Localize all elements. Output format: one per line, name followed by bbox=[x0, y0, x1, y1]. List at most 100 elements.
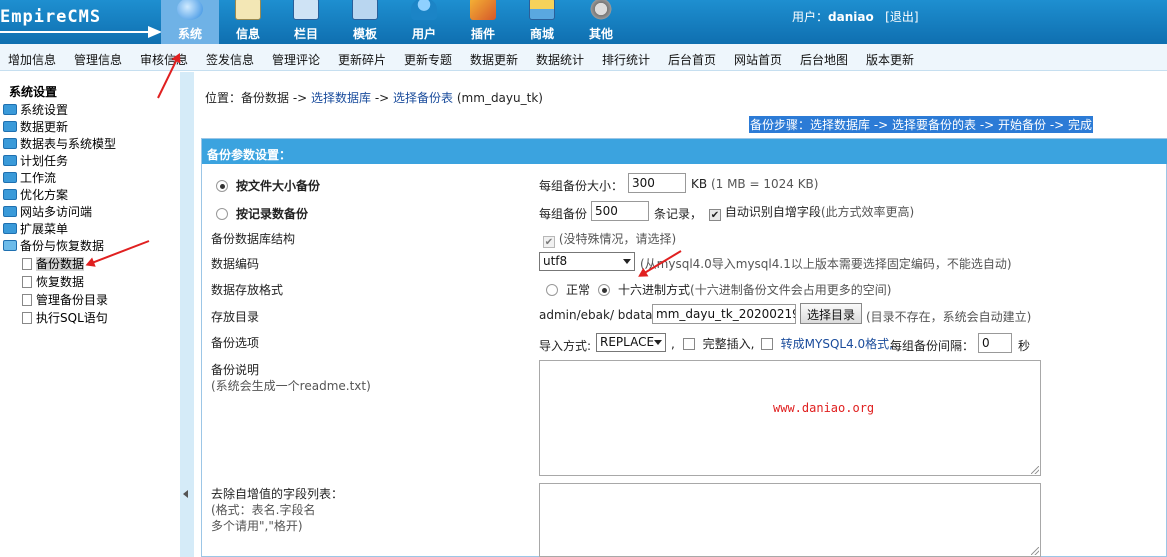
folder-icon bbox=[3, 223, 17, 234]
menu-admin-map[interactable]: 后台地图 bbox=[800, 51, 848, 68]
complete-insert-option[interactable]: 完整插入, bbox=[683, 335, 754, 352]
radio-icon[interactable] bbox=[216, 180, 228, 192]
import-select[interactable]: REPLACE bbox=[596, 333, 666, 352]
resize-grip-icon[interactable] bbox=[1031, 466, 1039, 474]
nav-plugin[interactable]: 插件 bbox=[454, 0, 512, 44]
nav-template[interactable]: 模板 bbox=[336, 0, 394, 44]
tree-folder-system-settings[interactable]: 系统设置 bbox=[3, 101, 68, 118]
menu-sign-info[interactable]: 签发信息 bbox=[206, 51, 254, 68]
mode-size-option[interactable]: 按文件大小备份 bbox=[216, 177, 320, 194]
logo-text: EmpireCMS bbox=[0, 7, 102, 27]
menu-version-update[interactable]: 版本更新 bbox=[866, 51, 914, 68]
nav-label: 信息 bbox=[235, 27, 260, 41]
interval-input[interactable]: 0 bbox=[978, 333, 1012, 353]
tree-folder-data-update[interactable]: 数据更新 bbox=[3, 118, 68, 135]
notepad-icon bbox=[235, 0, 261, 20]
dropdown-arrow-icon bbox=[623, 259, 631, 264]
nav-other[interactable]: 其他 bbox=[572, 0, 630, 44]
format-label: 数据存放格式 bbox=[211, 283, 284, 297]
tree-folder-backup-restore[interactable]: 备份与恢复数据 bbox=[3, 237, 104, 254]
checkbox-checked-icon[interactable]: ✔ bbox=[709, 209, 721, 221]
tree-item-backup-data[interactable]: 备份数据 bbox=[22, 255, 85, 272]
user-icon bbox=[411, 0, 437, 20]
nav-label: 模板 bbox=[352, 27, 377, 41]
nav-info[interactable]: 信息 bbox=[219, 0, 277, 44]
tree-label: 执行SQL语句 bbox=[36, 311, 108, 325]
menu-manage-info[interactable]: 管理信息 bbox=[74, 51, 122, 68]
tree-root-label: 系统设置 bbox=[9, 85, 58, 99]
menu-add-info[interactable]: 增加信息 bbox=[8, 51, 56, 68]
tree-item-manage-backup-dir[interactable]: 管理备份目录 bbox=[22, 291, 108, 308]
tree-item-exec-sql[interactable]: 执行SQL语句 bbox=[22, 309, 108, 326]
tree-folder-data-tables[interactable]: 数据表与系统模型 bbox=[3, 135, 116, 152]
menu-update-fragments[interactable]: 更新碎片 bbox=[338, 51, 386, 68]
tree-item-restore-data[interactable]: 恢复数据 bbox=[22, 273, 84, 290]
tree-folder-scheduled-tasks[interactable]: 计划任务 bbox=[3, 152, 68, 169]
tree-folder-extended-menu[interactable]: 扩展菜单 bbox=[3, 220, 68, 237]
select-dir-button[interactable]: 选择目录 bbox=[800, 303, 863, 324]
tree-label: 系统设置 bbox=[20, 103, 69, 117]
collapse-arrow-icon[interactable] bbox=[183, 490, 188, 498]
group-size-unit: KB (1 MB = 1024 KB) bbox=[691, 177, 819, 191]
mysql40-option[interactable]: 转成MYSQL4.0格式, bbox=[761, 335, 893, 352]
gear-icon bbox=[588, 0, 614, 20]
structure-option: ✔ (没特殊情况，请选择) bbox=[543, 230, 676, 248]
dir-hint: (目录不存在，系统会自动建立) bbox=[866, 310, 1032, 324]
auto-inc-option[interactable]: ✔ 自动识别自增字段(此方式效率更高) bbox=[709, 203, 914, 221]
mode-records-option[interactable]: 按记录数备份 bbox=[216, 205, 308, 222]
nav-shop[interactable]: 商城 bbox=[513, 0, 571, 44]
resize-grip-icon[interactable] bbox=[1031, 547, 1039, 555]
tree-folder-workflow[interactable]: 工作流 bbox=[3, 169, 56, 186]
nav-columns[interactable]: 栏目 bbox=[277, 0, 335, 44]
readme-textarea[interactable]: www.daniao.org bbox=[539, 360, 1041, 476]
encoding-hint: (从mysql4.0导入mysql4.1以上版本需要选择固定编码，不能选自动) bbox=[640, 257, 1012, 271]
tree-label: 优化方案 bbox=[20, 188, 69, 202]
tree-root[interactable]: 系统设置 bbox=[2, 83, 57, 100]
tree-folder-multi-access[interactable]: 网站多访问端 bbox=[3, 203, 92, 220]
radio-icon[interactable] bbox=[598, 284, 610, 296]
folder-icon bbox=[3, 138, 17, 149]
template-icon bbox=[352, 0, 378, 20]
tree-label: 管理备份目录 bbox=[36, 293, 109, 307]
document-icon bbox=[22, 294, 32, 306]
checkbox-icon[interactable] bbox=[683, 338, 695, 350]
readme-text: www.daniao.org bbox=[773, 401, 875, 415]
nav-system[interactable]: 系统 bbox=[161, 0, 219, 44]
menu-admin-home[interactable]: 后台首页 bbox=[668, 51, 716, 68]
breadcrumb-link-select-table[interactable]: 选择备份表 bbox=[393, 91, 453, 105]
folder-icon bbox=[3, 104, 17, 115]
import-label: 导入方式: bbox=[539, 339, 592, 353]
readme-hint: (系统会生成一个readme.txt) bbox=[211, 379, 371, 393]
format-hex-option[interactable]: 十六进制方式(十六进制备份文件会占用更多的空间) bbox=[598, 281, 891, 298]
radio-icon[interactable] bbox=[546, 284, 558, 296]
nav-label: 商城 bbox=[529, 27, 554, 41]
remove-fields-textarea[interactable] bbox=[539, 483, 1041, 557]
logout-link[interactable]: [退出] bbox=[885, 10, 918, 24]
menu-update-topics[interactable]: 更新专题 bbox=[404, 51, 452, 68]
format-hint: (十六进制备份文件会占用更多的空间) bbox=[690, 283, 892, 297]
menu-data-stats[interactable]: 数据统计 bbox=[536, 51, 584, 68]
document-icon bbox=[22, 312, 32, 324]
radio-icon[interactable] bbox=[216, 208, 228, 220]
group-records-input[interactable]: 500 bbox=[591, 201, 649, 221]
menu-manage-comments[interactable]: 管理评论 bbox=[272, 51, 320, 68]
checkbox-icon[interactable] bbox=[761, 338, 773, 350]
breadcrumb-link-select-db[interactable]: 选择数据库 bbox=[311, 91, 371, 105]
logo: EmpireCMS bbox=[0, 0, 170, 44]
mode-records-label: 按记录数备份 bbox=[236, 207, 309, 221]
encoding-select[interactable]: utf8 bbox=[539, 252, 635, 271]
menu-data-update[interactable]: 数据更新 bbox=[470, 51, 518, 68]
nav-user[interactable]: 用户 bbox=[395, 0, 453, 44]
tree-folder-optimization[interactable]: 优化方案 bbox=[3, 186, 68, 203]
group-size-hint: (1 MB = 1024 KB) bbox=[710, 177, 819, 191]
folder-icon bbox=[3, 121, 17, 132]
format-hex-label: 十六进制方式 bbox=[618, 283, 691, 297]
dir-input[interactable]: mm_dayu_tk_2020021913 bbox=[652, 304, 796, 324]
sidebar-splitter[interactable] bbox=[180, 72, 194, 557]
readme-label: 备份说明 bbox=[211, 363, 260, 377]
tree-label: 备份与恢复数据 bbox=[20, 239, 105, 253]
group-size-input[interactable]: 300 bbox=[628, 173, 686, 193]
menu-site-home[interactable]: 网站首页 bbox=[734, 51, 782, 68]
menu-rank-stats[interactable]: 排行统计 bbox=[602, 51, 650, 68]
format-normal-option[interactable]: 正常 bbox=[546, 281, 590, 298]
